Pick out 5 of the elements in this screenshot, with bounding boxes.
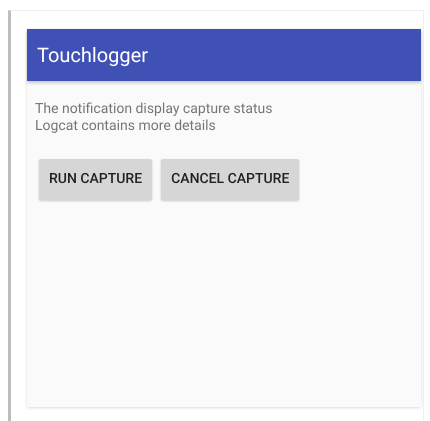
capture-button[interactable]: RUN CAPTURE: [39, 159, 152, 200]
app-title: Touchlogger: [37, 42, 148, 69]
status-text: Logcat contains more details: [35, 118, 217, 135]
capture-button[interactable]: CANCEL CAPTURE: [161, 159, 300, 200]
status-text: The notification display capture status: [35, 101, 274, 118]
